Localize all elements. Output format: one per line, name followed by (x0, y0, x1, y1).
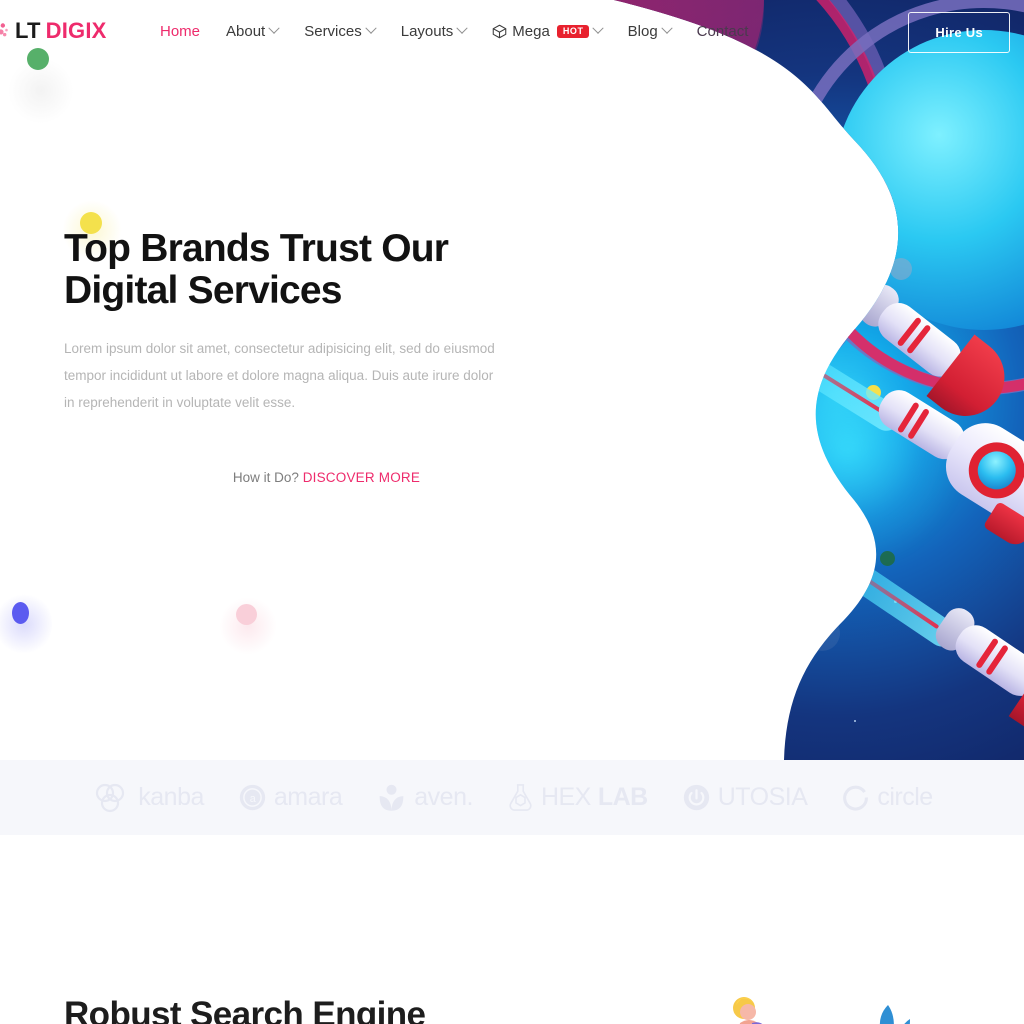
main-navigation: LT DIGIX Home About Services Layouts Meg… (0, 0, 1024, 62)
chevron-down-icon (268, 22, 280, 34)
person-kayak-illustration (640, 985, 1024, 1024)
hero-description: Lorem ipsum dolor sit amet, consectetur … (64, 341, 495, 411)
open-circle-icon (841, 783, 870, 812)
nav-item-label: Layouts (400, 22, 454, 40)
nav-item-label: Blog (627, 22, 658, 40)
badge-a-icon: a (238, 783, 267, 812)
brand-logo-label: amara (273, 783, 343, 811)
green-dot-icon (880, 551, 895, 566)
hero-cta: How it Do? DISCOVER MORE (64, 470, 589, 485)
nav-item-contact[interactable]: Contact (697, 23, 749, 40)
page-title: Top Brands Trust Our Digital Services (64, 228, 534, 311)
hot-badge: HOT (556, 24, 589, 38)
flask-hex-icon (507, 782, 534, 813)
chevron-down-icon (365, 22, 377, 34)
green-dot-icon (786, 482, 803, 499)
star-icon (704, 300, 707, 303)
hero-section: Top Brands Trust Our Digital Services Lo… (0, 0, 1024, 760)
section-title: Robust Search Engine (64, 995, 426, 1024)
nav-item-home[interactable]: Home (160, 23, 200, 40)
hire-us-button[interactable]: Hire Us (908, 12, 1010, 53)
brand-logo-circle: circle (841, 783, 933, 812)
star-icon (650, 350, 652, 352)
hero-title-line-1: Top Brands Trust Our (64, 227, 449, 270)
blue-glow-dot-icon (694, 440, 754, 500)
search-engine-section: Robust Search Engine (0, 835, 1024, 1024)
interlocking-circles-icon (91, 781, 131, 815)
star-icon (854, 720, 856, 722)
nav-item-about[interactable]: About (226, 22, 280, 40)
nav-item-label: Mega (512, 22, 550, 40)
sparkle-icon (759, 312, 770, 323)
sparkle-icon (682, 238, 696, 252)
brand-logo-label: circle (877, 783, 933, 811)
leaf-petal-icon (376, 783, 407, 813)
hero-cta-label: How it Do? (232, 470, 299, 486)
nav-item-mega[interactable]: Mega HOT (492, 22, 604, 40)
grey-moon-icon (804, 615, 840, 651)
discover-more-link[interactable]: DISCOVER MORE (303, 470, 420, 485)
brand-logo-utosia: UTOSIA (682, 783, 808, 812)
blue-dot-icon (12, 602, 29, 624)
star-icon (614, 470, 617, 473)
brand-logo-aven: aven. (376, 783, 473, 813)
hero-copy: Top Brands Trust Our Digital Services Lo… (64, 228, 534, 486)
chevron-down-icon (591, 22, 604, 34)
landing-page: Top Brands Trust Our Digital Services Lo… (0, 0, 1024, 1024)
brand-logo-label-strong: LAB (597, 783, 648, 811)
nav-item-layouts[interactable]: Layouts (400, 22, 468, 40)
flower-logo-icon (0, 20, 12, 42)
site-logo[interactable]: LT DIGIX (0, 18, 150, 44)
nav-item-blog[interactable]: Blog (627, 22, 673, 40)
site-logo-text: LT DIGIX (15, 18, 107, 44)
star-icon (804, 218, 807, 221)
hero-artwork (554, 0, 1024, 760)
blue-dot-halo (0, 592, 52, 656)
nav-item-label: Contact (696, 22, 749, 40)
cube-icon (492, 24, 507, 39)
hero-title-line-2: Digital Services (64, 268, 342, 312)
chevron-down-icon (661, 22, 673, 34)
nav-menu: Home About Services Layouts Mega HOT Blo… (160, 23, 748, 40)
brand-logo-amara: a amara (238, 783, 343, 812)
pink-dot-icon (236, 604, 257, 625)
power-circle-icon (682, 783, 711, 812)
nav-item-label: Services (304, 22, 362, 40)
brand-logo-hexlab: HEX LAB (507, 782, 648, 813)
logo-primary-text: LT (15, 18, 41, 43)
nav-item-label: About (226, 22, 266, 40)
nav-item-services[interactable]: Services (304, 22, 377, 40)
brand-logo-label: UTOSIA (717, 783, 808, 811)
nav-item-label: Home (160, 22, 201, 40)
brand-logos-strip: kanba a amara aven. HEX LAB UTOSIA circl… (0, 760, 1024, 835)
brand-logo-kanba: kanba (91, 781, 204, 815)
star-icon (674, 690, 677, 693)
brand-logo-label: HEX (540, 783, 591, 811)
logo-accent-text: DIGIX (45, 18, 107, 43)
chevron-down-icon (456, 22, 468, 34)
brand-logo-label: kanba (138, 783, 204, 811)
brand-logo-label: aven. (414, 783, 473, 811)
